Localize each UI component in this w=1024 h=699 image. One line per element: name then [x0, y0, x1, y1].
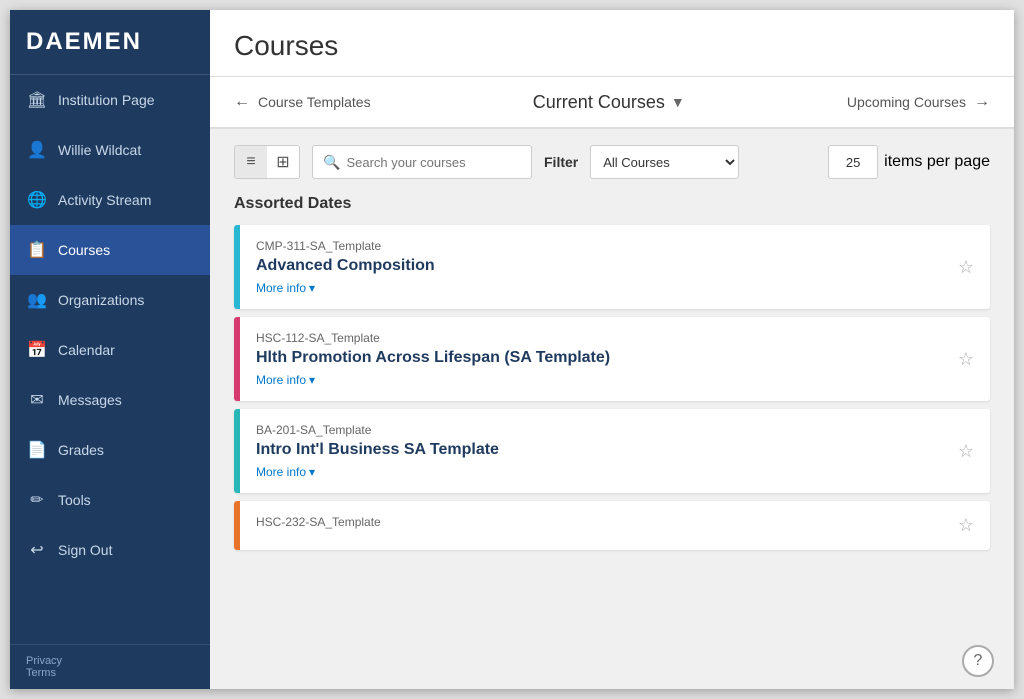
courses-icon: 📋 [26, 239, 48, 261]
per-page-input[interactable] [828, 145, 878, 179]
dropdown-arrow-icon: ▼ [671, 94, 685, 110]
course-card: HSC-112-SA_Template Hlth Promotion Acros… [234, 317, 990, 401]
app-logo: DAEMEN [10, 10, 210, 75]
messages-icon: ✉ [26, 389, 48, 411]
course-list: CMP-311-SA_Template Advanced Composition… [234, 225, 990, 550]
sidebar-nav: 🏛 Institution Page 👤 Willie Wildcat 🌐 Activit… [10, 75, 210, 644]
course-card: HSC-232-SA_Template ☆ [234, 501, 990, 550]
privacy-link[interactable]: Privacy [26, 655, 194, 667]
left-arrow-icon: ← [234, 93, 250, 111]
sidebar-item-signout[interactable]: ↩ Sign Out [10, 525, 210, 575]
course-template-id: HSC-232-SA_Template [256, 515, 926, 529]
course-body: HSC-112-SA_Template Hlth Promotion Acros… [240, 317, 942, 401]
sidebar-label-courses: Courses [58, 242, 110, 258]
tools-icon: ✏ [26, 489, 48, 511]
current-courses-label: Current Courses [533, 92, 665, 113]
grades-icon: 📄 [26, 439, 48, 461]
tab-navigation: ← Course Templates Current Courses ▼ Upc… [210, 77, 1014, 129]
upcoming-courses-label: Upcoming Courses [847, 94, 966, 110]
signout-icon: ↩ [26, 539, 48, 561]
sidebar-label-user: Willie Wildcat [58, 142, 141, 158]
search-box: 🔍 [312, 145, 532, 179]
course-title: Advanced Composition [256, 257, 926, 275]
course-title: Intro Int'l Business SA Template [256, 441, 926, 459]
terms-link[interactable]: Terms [26, 667, 194, 679]
per-page-control: items per page [828, 145, 990, 179]
course-more-info[interactable]: More info ▾ [256, 281, 926, 295]
course-body: BA-201-SA_Template Intro Int'l Business … [240, 409, 942, 493]
sidebar-item-calendar[interactable]: 📅 Calendar [10, 325, 210, 375]
content-area: ≡ ⊞ 🔍 Filter All CoursesCurrent CoursesU… [210, 129, 1014, 689]
sidebar-item-organizations[interactable]: 👥 Organizations [10, 275, 210, 325]
sidebar-item-courses[interactable]: 📋 Courses [10, 225, 210, 275]
course-star-button[interactable]: ☆ [942, 501, 990, 550]
sidebar-label-calendar: Calendar [58, 342, 115, 358]
institution-icon: 🏛 [26, 89, 48, 111]
course-more-info[interactable]: More info ▾ [256, 373, 926, 387]
chevron-down-icon: ▾ [309, 281, 315, 295]
sidebar-item-messages[interactable]: ✉ Messages [10, 375, 210, 425]
organizations-icon: 👥 [26, 289, 48, 311]
sidebar-label-organizations: Organizations [58, 292, 144, 308]
course-template-id: BA-201-SA_Template [256, 423, 926, 437]
toolbar: ≡ ⊞ 🔍 Filter All CoursesCurrent CoursesU… [234, 145, 990, 179]
sidebar-label-signout: Sign Out [58, 542, 112, 558]
chevron-down-icon: ▾ [309, 465, 315, 479]
sidebar-label-grades: Grades [58, 442, 104, 458]
course-title: Hlth Promotion Across Lifespan (SA Templ… [256, 349, 926, 367]
sidebar-item-grades[interactable]: 📄 Grades [10, 425, 210, 475]
user-icon: 👤 [26, 139, 48, 161]
sidebar-label-tools: Tools [58, 492, 91, 508]
chevron-down-icon: ▾ [309, 373, 315, 387]
sidebar-label-messages: Messages [58, 392, 122, 408]
search-icon: 🔍 [323, 154, 340, 171]
per-page-label: items per page [884, 153, 990, 171]
filter-label: Filter [544, 154, 578, 170]
course-body: HSC-232-SA_Template [240, 501, 942, 550]
sidebar-item-user[interactable]: 👤 Willie Wildcat [10, 125, 210, 175]
calendar-icon: 📅 [26, 339, 48, 361]
filter-select[interactable]: All CoursesCurrent CoursesUpcoming Cours… [590, 145, 739, 179]
help-button[interactable]: ? [962, 645, 994, 677]
sidebar-label-institution: Institution Page [58, 92, 155, 108]
view-toggle: ≡ ⊞ [234, 145, 300, 179]
course-star-button[interactable]: ☆ [942, 225, 990, 309]
course-template-id: CMP-311-SA_Template [256, 239, 926, 253]
main-content: Courses ← Course Templates Current Cours… [210, 10, 1014, 689]
right-arrow-icon: → [974, 93, 990, 111]
activity-icon: 🌐 [26, 189, 48, 211]
course-star-button[interactable]: ☆ [942, 317, 990, 401]
sidebar: DAEMEN 🏛 Institution Page 👤 Willie Wildcat 🌐… [10, 10, 210, 689]
tab-upcoming-courses[interactable]: Upcoming Courses → [847, 93, 990, 111]
course-templates-label: Course Templates [258, 94, 371, 110]
page-header: Courses [210, 10, 1014, 77]
list-view-button[interactable]: ≡ [235, 146, 267, 178]
page-title: Courses [234, 30, 990, 62]
grid-view-button[interactable]: ⊞ [267, 146, 299, 178]
sidebar-label-activity: Activity Stream [58, 192, 151, 208]
section-heading: Assorted Dates [234, 195, 990, 213]
sidebar-item-activity[interactable]: 🌐 Activity Stream [10, 175, 210, 225]
sidebar-item-tools[interactable]: ✏ Tools [10, 475, 210, 525]
course-more-info[interactable]: More info ▾ [256, 465, 926, 479]
course-card: CMP-311-SA_Template Advanced Composition… [234, 225, 990, 309]
sidebar-footer: Privacy Terms [10, 644, 210, 689]
tab-current-courses[interactable]: Current Courses ▼ [533, 92, 685, 113]
tab-course-templates[interactable]: ← Course Templates [234, 93, 371, 111]
course-star-button[interactable]: ☆ [942, 409, 990, 493]
course-card: BA-201-SA_Template Intro Int'l Business … [234, 409, 990, 493]
search-input[interactable] [346, 155, 521, 170]
sidebar-item-institution[interactable]: 🏛 Institution Page [10, 75, 210, 125]
course-template-id: HSC-112-SA_Template [256, 331, 926, 345]
course-body: CMP-311-SA_Template Advanced Composition… [240, 225, 942, 309]
